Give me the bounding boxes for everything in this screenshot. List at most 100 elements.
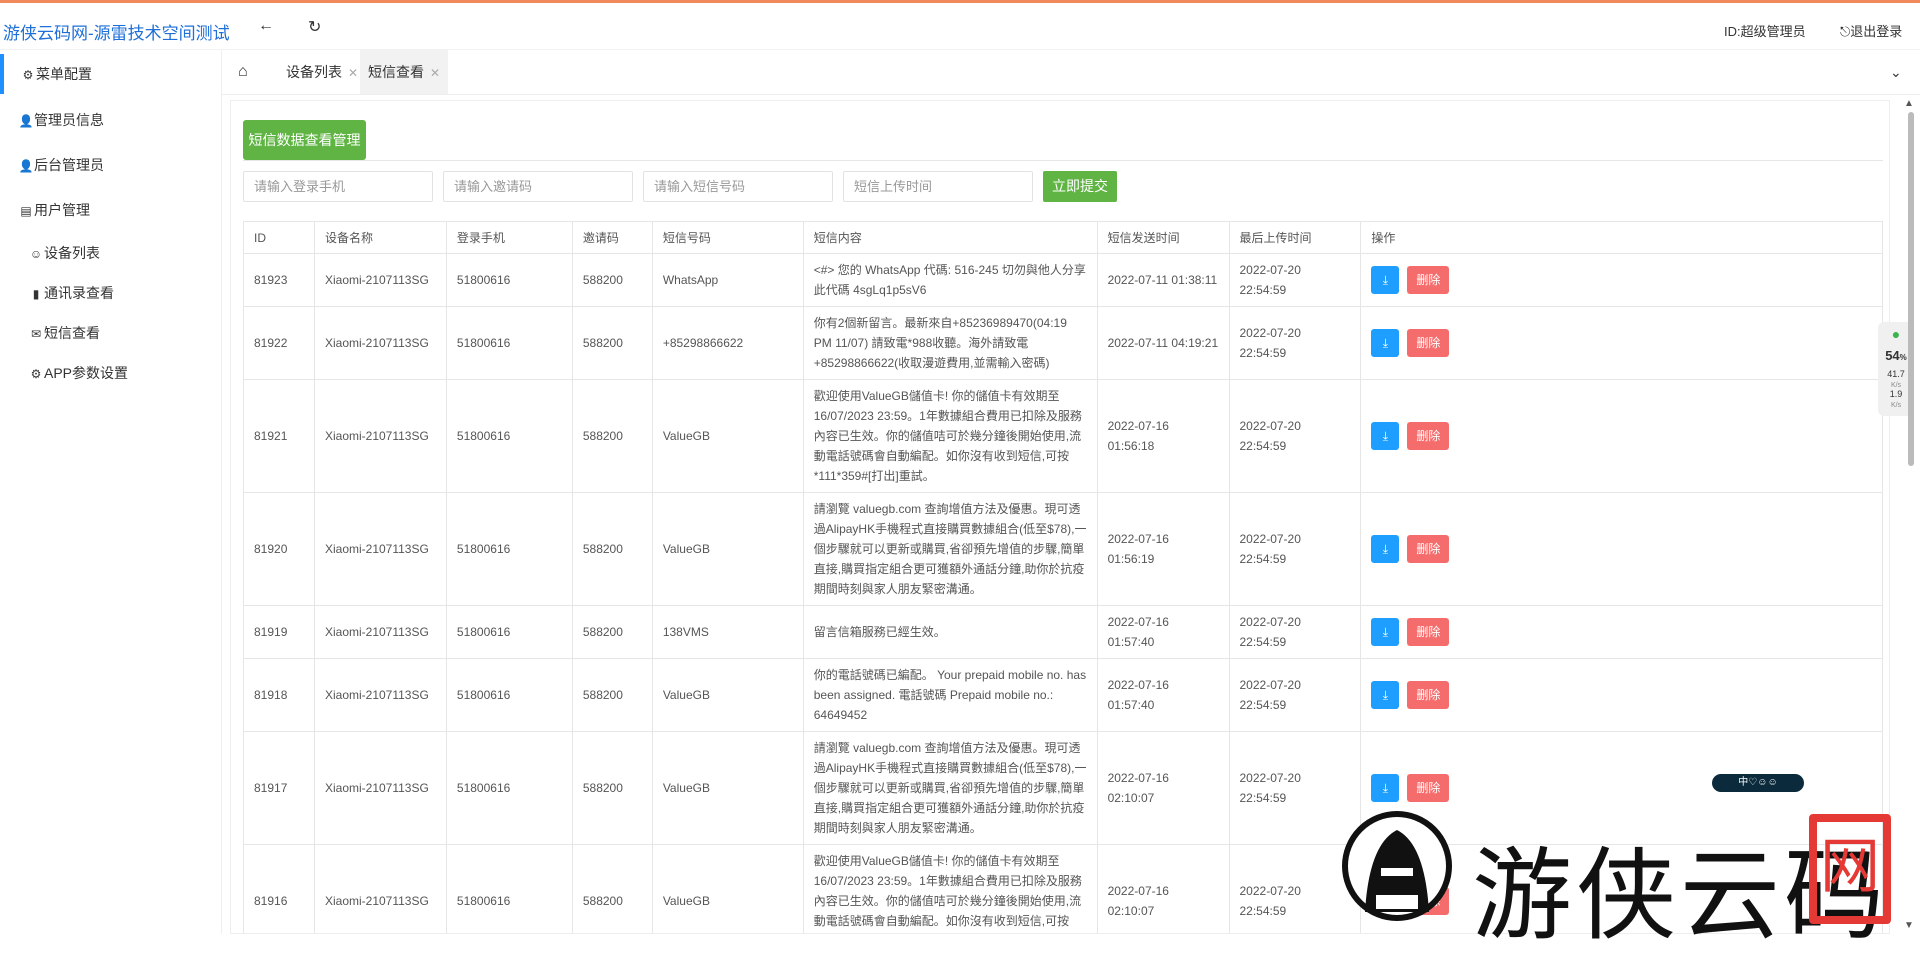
- cell-phone: 51800616: [445, 306, 573, 380]
- delete-button[interactable]: 删除: [1407, 535, 1450, 563]
- sidebar-item-label: 设备列表: [44, 245, 100, 261]
- cell-uploaded: 2022-07-20 22:54:59: [1228, 253, 1362, 307]
- chevron-down-icon[interactable]: ⌄: [1890, 50, 1902, 94]
- cell-uploaded: 2022-07-20 22:54:59: [1228, 658, 1362, 732]
- upload-time-filter-input[interactable]: 短信上传时间: [843, 171, 1033, 202]
- delete-button[interactable]: 删除: [1407, 266, 1450, 294]
- cell-sent: 2022-07-11 01:38:11: [1096, 253, 1230, 307]
- submit-button[interactable]: 立即提交: [1043, 171, 1117, 202]
- back-icon[interactable]: ←: [258, 17, 274, 35]
- upload-speed-unit: K/s: [1890, 382, 1902, 389]
- cell-sent: 2022-07-16 01:56:19: [1096, 492, 1230, 606]
- scroll-down-icon[interactable]: ▼: [1904, 920, 1914, 931]
- download-button[interactable]: ⤓: [1371, 535, 1400, 563]
- home-icon[interactable]: ⌂: [238, 50, 248, 94]
- sidebar-item-sms[interactable]: ✉ 短信查看: [0, 313, 222, 353]
- cell-device: Xiaomi-2107113SG: [313, 731, 447, 845]
- scrollbar-thumb[interactable]: [1908, 112, 1914, 466]
- tab-sms-view[interactable]: 短信查看 ✕: [360, 50, 449, 94]
- col-header-invite: 邀请码: [571, 221, 653, 254]
- sidebar-item-app-settings[interactable]: ⚙ APP参数设置: [0, 353, 222, 393]
- delete-button[interactable]: 删除: [1407, 329, 1450, 357]
- delete-button[interactable]: 删除: [1407, 774, 1450, 802]
- cell-actions: ⤓ 删除: [1360, 605, 1883, 659]
- page-title: 短信数据查看管理: [243, 120, 366, 160]
- brand-title[interactable]: 游侠云码网-源雷技术空间测试: [3, 19, 230, 44]
- upload-speed: 41.7: [1887, 369, 1905, 379]
- phone-filter-input[interactable]: 请输入登录手机: [243, 171, 433, 202]
- user-icon: 👤: [18, 159, 34, 173]
- cell-uploaded: 2022-07-20 22:54:59: [1228, 492, 1362, 606]
- cell-device: Xiaomi-2107113SG: [313, 658, 447, 732]
- cell-phone: 51800616: [445, 605, 573, 659]
- cell-device: Xiaomi-2107113SG: [313, 379, 447, 493]
- cell-actions: ⤓ 删除: [1360, 658, 1883, 732]
- close-icon[interactable]: ✕: [348, 66, 358, 80]
- cell-id: 81922: [243, 306, 315, 380]
- user-outline-icon: ☺: [29, 247, 43, 261]
- delete-button[interactable]: 删除: [1407, 422, 1450, 450]
- download-icon: ⤓: [1382, 625, 1389, 639]
- tab-device-list[interactable]: 设备列表 ✕: [278, 50, 366, 94]
- cell-uploaded: 2022-07-20 22:54:59: [1228, 306, 1362, 380]
- cell-invite: 588200: [571, 731, 653, 845]
- cell-device: Xiaomi-2107113SG: [313, 492, 447, 606]
- download-button[interactable]: ⤓: [1371, 774, 1400, 802]
- sidebar-item-label: 通讯录查看: [44, 285, 114, 301]
- sidebar-item-backend-admins[interactable]: 👤后台管理员: [0, 145, 222, 185]
- cell-number: +85298866622: [651, 306, 804, 380]
- cell-invite: 588200: [571, 658, 653, 732]
- cell-number: ValueGB: [651, 731, 804, 845]
- cell-phone: 51800616: [445, 844, 573, 933]
- cpu-percent-unit: %: [1899, 353, 1907, 362]
- scroll-up-icon[interactable]: ▲: [1904, 98, 1914, 109]
- sidebar-item-contacts[interactable]: ▮ 通讯录查看: [0, 273, 222, 313]
- sidebar-item-user-management[interactable]: ▤ 用户管理: [0, 190, 222, 230]
- cell-sent: 2022-07-16 01:56:18: [1096, 379, 1230, 493]
- download-button[interactable]: ⤓: [1371, 266, 1400, 294]
- sidebar-item-admin-info[interactable]: 👤管理员信息: [0, 100, 222, 140]
- download-button[interactable]: ⤓: [1371, 681, 1400, 709]
- refresh-icon[interactable]: ↻: [308, 17, 321, 37]
- col-header-content: 短信内容: [802, 221, 1098, 254]
- invite-filter-input[interactable]: 请输入邀请码: [443, 171, 633, 202]
- table-row: 81923 Xiaomi-2107113SG 51800616 588200 Whats…: [243, 253, 1883, 307]
- user-label[interactable]: ID:超级管理员: [1724, 21, 1806, 40]
- download-button[interactable]: ⤓: [1371, 329, 1400, 357]
- cell-number: ValueGB: [651, 379, 804, 493]
- cell-phone: 51800616: [445, 658, 573, 732]
- delete-button[interactable]: 删除: [1407, 618, 1450, 646]
- download-icon: ⤓: [1382, 781, 1389, 795]
- sidebar: ⚙ 菜单配置 👤管理员信息 👤后台管理员 ▤ 用户管理 ☺ 设备列表 ▮ 通讯录查看 ✉…: [0, 50, 222, 934]
- cell-sent: 2022-07-16 02:10:07: [1096, 731, 1230, 845]
- cpu-percent: 54: [1885, 348, 1900, 363]
- download-button[interactable]: ⤓: [1371, 422, 1400, 450]
- gear-icon: ⚙: [30, 367, 42, 381]
- close-icon[interactable]: ✕: [430, 66, 440, 80]
- cell-actions: ⤓ 删除: [1360, 492, 1883, 606]
- sidebar-item-menu-config[interactable]: ⚙ 菜单配置: [0, 54, 222, 94]
- cell-uploaded: 2022-07-20 22:54:59: [1228, 379, 1362, 493]
- tabs-bar: ⌂ 设备列表 ✕ 短信查看 ✕ ⌄: [222, 50, 1920, 95]
- download-icon: ⤓: [1382, 429, 1389, 443]
- cell-device: Xiaomi-2107113SG: [313, 306, 447, 380]
- envelope-icon: ✉: [30, 327, 42, 341]
- cell-uploaded: 2022-07-20 22:54:59: [1228, 605, 1362, 659]
- col-header-actions: 操作: [1360, 221, 1883, 254]
- cell-id: 81918: [243, 658, 315, 732]
- book-icon: ▮: [32, 287, 40, 301]
- cell-sent: 2022-07-16 01:57:40: [1096, 658, 1230, 732]
- cell-content: 請瀏覽 valuegb.com 查詢增值方法及優惠。現可透過AlipayHK手機…: [802, 731, 1098, 845]
- cell-content: 歡迎使用ValueGB儲值卡! 你的儲值卡有效期至16/07/2023 23:5…: [802, 379, 1098, 493]
- delete-button[interactable]: 删除: [1407, 681, 1450, 709]
- sidebar-item-label: 菜单配置: [36, 66, 92, 82]
- table-row: 81918 Xiaomi-2107113SG 51800616 588200 Value…: [243, 658, 1883, 732]
- cell-content: 留言信箱服務已經生效。: [802, 605, 1098, 659]
- cell-id: 81920: [243, 492, 315, 606]
- sidebar-item-device-list[interactable]: ☺ 设备列表: [0, 233, 222, 273]
- logout-link[interactable]: ⎋退出登录: [1840, 21, 1902, 40]
- download-button[interactable]: ⤓: [1371, 618, 1400, 646]
- table-row: 81921 Xiaomi-2107113SG 51800616 588200 Value…: [243, 379, 1883, 493]
- cell-number: ValueGB: [651, 844, 804, 933]
- sms-number-filter-input[interactable]: 请输入短信号码: [643, 171, 833, 202]
